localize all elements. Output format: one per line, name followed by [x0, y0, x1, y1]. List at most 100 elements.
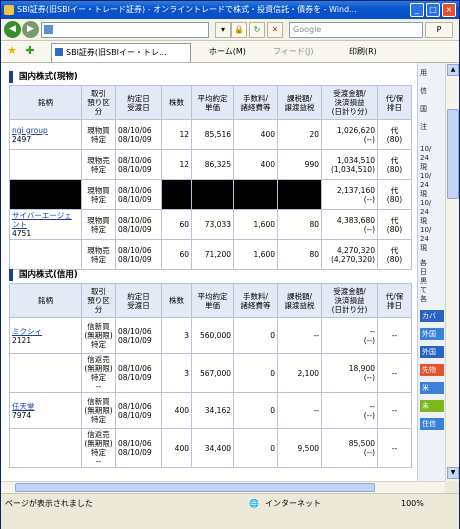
sidebar-badge[interactable]: 外国 [420, 328, 444, 340]
lock-icon[interactable]: 🔒 [231, 22, 247, 38]
date-cell: 08/10/06 08/10/09 [115, 179, 162, 210]
shares-cell: 400 [161, 392, 192, 429]
sidebar-note: て [420, 286, 427, 294]
add-favorite-icon[interactable]: ✚ [23, 44, 37, 58]
sidebar-entry[interactable]: 24 [420, 235, 429, 243]
fee-cell: 400 [233, 149, 278, 180]
sidebar-badge[interactable]: 住信 [420, 418, 444, 430]
fee-cell [233, 179, 278, 210]
dai-cell: -- [377, 392, 412, 429]
globe-icon: 🌐 [249, 499, 259, 508]
tax-cell: 80 [277, 239, 322, 270]
sidebar-entry[interactable]: 24 [420, 154, 429, 162]
tax-cell: 9,500 [277, 428, 322, 468]
sidebar-entry[interactable]: 現 [420, 244, 427, 252]
stock-name-link[interactable]: サイバーエージェント [12, 211, 72, 229]
date-cell: 08/10/06 08/10/09 [115, 317, 162, 354]
sidebar-text: 注 [420, 123, 427, 131]
shares-cell: 3 [161, 317, 192, 354]
favorites-star-icon[interactable]: ★ [5, 44, 19, 58]
column-header: 取引 預り区分 [81, 85, 116, 120]
amount-cell: -- (--) [321, 392, 378, 429]
address-field[interactable] [41, 22, 209, 38]
sidebar-entry[interactable]: 24 [420, 181, 429, 189]
sidebar-badge[interactable]: 未 [420, 400, 444, 412]
shares-cell [161, 179, 192, 210]
kubun-cell: 現物買 特定 [81, 119, 116, 150]
kubun-cell: 信返売 (無期限) 特定 -- [81, 428, 116, 468]
address-toolbar: ◀ ▶ ▾ 🔒 ↻ ✕ Google P [1, 19, 459, 41]
sidebar-entry[interactable]: 現 [420, 163, 427, 171]
amount-cell: 4,383,680 (--) [321, 209, 378, 240]
column-header: 約定日 受渡日 [115, 85, 162, 120]
search-go-icon[interactable]: P [425, 22, 453, 38]
kubun-cell: 信新買 (無期限) 特定 [81, 317, 116, 354]
price-cell: 567,000 [191, 353, 234, 393]
dai-cell: 代 (80) [377, 119, 412, 150]
feed-button[interactable]: フィード(J) [273, 45, 313, 59]
header-row: 銘柄取引預り区分約定日受渡日株数平均約定単価手数料/諸経費等課税額/譲渡益税受渡… [9, 283, 412, 318]
sidebar-text: 国 [420, 105, 427, 113]
stop-icon[interactable]: ✕ [267, 22, 283, 38]
column-header: 代/保 排日 [377, 283, 412, 318]
column-header: 手数料/諸経費等 [233, 85, 278, 120]
forward-icon[interactable]: ▶ [22, 21, 39, 38]
kubun-cell: 信新買 (無期限) 特定 [81, 392, 116, 429]
table-row: 任天堂 7974 信新買 (無期限) 特定 08/10/06 08/10/09 400 34,1… [9, 392, 412, 429]
sidebar-badge[interactable]: 米 [420, 382, 444, 394]
scroll-thumb[interactable] [447, 109, 459, 199]
sidebar-text: 信 [420, 87, 427, 95]
sidebar-badge[interactable]: カバ [420, 310, 444, 322]
stock-name-link[interactable]: ミクシィ [12, 327, 42, 336]
stock-name-link[interactable]: ngi group [12, 126, 48, 135]
kubun-cell: 現物売 特定 [81, 149, 116, 180]
sidebar-entry[interactable]: 現 [420, 190, 427, 198]
hscroll-thumb[interactable] [15, 483, 375, 492]
date-cell: 08/10/06 08/10/09 [115, 209, 162, 240]
scroll-up-icon[interactable]: ▲ [447, 64, 459, 76]
kubun-cell: 現物買 特定 [81, 179, 116, 210]
sidebar-entry[interactable]: 10/ [420, 199, 431, 207]
zoom-level[interactable]: 100% [401, 498, 424, 510]
column-header: 課税額/譲渡益税 [277, 85, 322, 120]
vertical-scrollbar[interactable]: ▲ ▼ [445, 63, 459, 481]
sidebar-badge[interactable]: 外国 [420, 346, 444, 358]
close-button[interactable]: × [442, 3, 456, 17]
column-header: 取引 預り区分 [81, 283, 116, 318]
scroll-down-icon[interactable]: ▼ [447, 467, 459, 479]
back-icon[interactable]: ◀ [4, 21, 21, 38]
home-button[interactable]: ホーム(M) [209, 45, 246, 59]
sidebar-entry[interactable]: 10/ [420, 172, 431, 180]
sidebar-entry[interactable]: 10/ [420, 145, 431, 153]
sidebar-entry[interactable]: 24 [420, 208, 429, 216]
column-header: 平均約定 単価 [191, 283, 234, 318]
zone-label: インターネット [265, 499, 321, 508]
shinyo-table: 銘柄 取引 預り区分約定日 受渡日 株数 平均約定 単価 手数料/諸経費等 課税額/譲渡益税 受渡… [9, 283, 412, 468]
fee-cell: 0 [233, 392, 278, 429]
minimize-button[interactable]: _ [410, 3, 424, 17]
sidebar-entry[interactable]: 現 [420, 217, 427, 225]
horizontal-scrollbar[interactable] [1, 481, 445, 493]
refresh-icon[interactable]: ↻ [249, 22, 265, 38]
search-input[interactable]: Google [289, 22, 423, 38]
kubun-cell: 信返売 (無期限) 特定 -- [81, 353, 116, 393]
print-button[interactable]: 印刷(R) [349, 45, 377, 59]
amount-cell: 2,137,160 (--) [321, 179, 378, 210]
title-bar: SBI証券(旧SBIイー・トレード証券) - オンライントレードで株式・投資信託… [1, 1, 459, 19]
browser-tab[interactable]: SBI証券(旧SBIイー・トレ... [51, 43, 191, 62]
sidebar-entry[interactable]: 10/ [420, 226, 431, 234]
stock-name-cell: ngi group 2497 [9, 119, 82, 150]
sidebar-badge[interactable]: 先物 [420, 364, 444, 376]
shares-cell: 60 [161, 209, 192, 240]
right-sidebar: 用信国注 10/24 現 10/24 現 10/24 現 10/24 現各日黒て各カバ 外国 外国先… [417, 63, 445, 481]
dropdown-arrow-icon[interactable]: ▾ [215, 22, 231, 38]
sidebar-note: 各 [420, 259, 427, 267]
column-header: 手数料/諸経費等 [233, 283, 278, 318]
stock-code: 2497 [12, 134, 32, 144]
stock-name-link[interactable]: 任天堂 [12, 402, 35, 411]
shares-cell: 12 [161, 149, 192, 180]
maximize-button[interactable]: □ [426, 3, 440, 17]
sidebar-note: 黒 [420, 277, 427, 285]
stock-code: 2121 [12, 335, 32, 345]
price-cell: 86,325 [191, 149, 234, 180]
